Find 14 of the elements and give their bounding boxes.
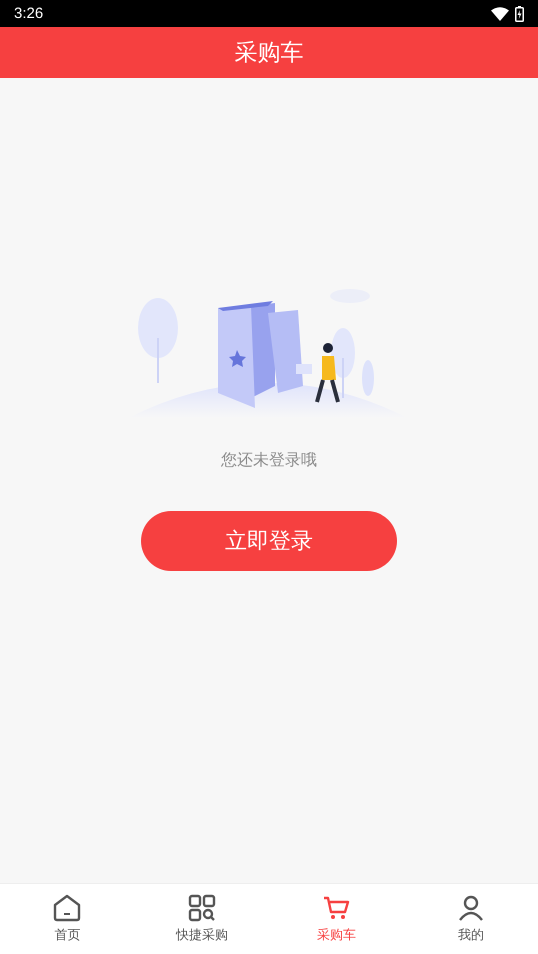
not-logged-in-message: 您还未登录哦 <box>221 450 317 471</box>
cart-icon <box>322 894 350 922</box>
user-icon <box>456 894 485 922</box>
status-time: 3:26 <box>14 5 44 22</box>
scan-grid-icon <box>188 894 216 922</box>
home-icon <box>52 894 82 922</box>
tab-item[interactable]: 采购车 <box>269 884 404 954</box>
login-button[interactable]: 立即登录 <box>141 511 397 571</box>
page-title: 采购车 <box>234 39 304 68</box>
tab-item[interactable]: 快捷采购 <box>134 884 269 954</box>
tab-item[interactable]: 我的 <box>404 884 538 954</box>
battery-icon <box>515 6 524 22</box>
wifi-icon <box>491 6 509 20</box>
tab-item[interactable]: 首页 <box>0 884 134 954</box>
